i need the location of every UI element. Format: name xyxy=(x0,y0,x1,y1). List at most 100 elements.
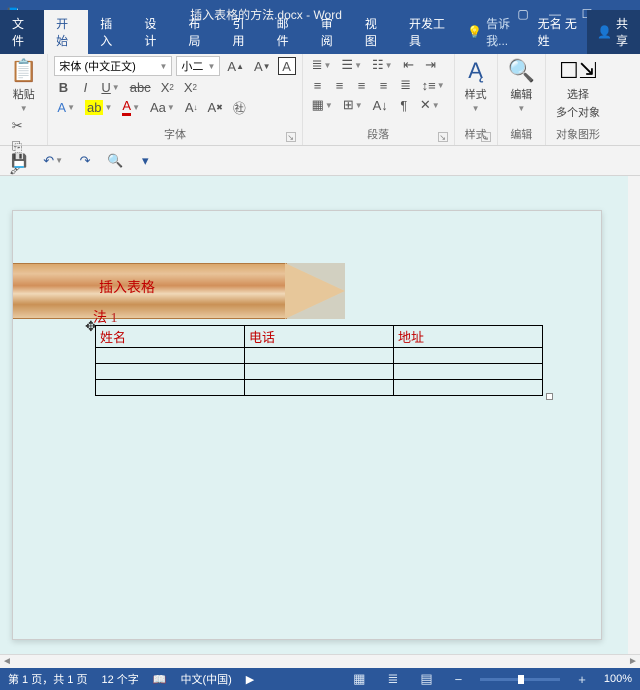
share-button[interactable]: 👤共享 xyxy=(587,10,640,54)
bullets-button[interactable]: ≣▼ xyxy=(309,56,335,74)
zoom-in-button[interactable]: + xyxy=(574,672,590,687)
tab-references[interactable]: 引用 xyxy=(221,10,265,54)
page-status[interactable]: 第 1 页，共 1 页 xyxy=(8,671,87,687)
document-table[interactable]: 姓名 电话 地址 xyxy=(95,325,543,396)
grow-font-button[interactable]: A▲ xyxy=(224,57,247,75)
scroll-track[interactable] xyxy=(28,656,612,668)
qat-more-button[interactable]: ▾ xyxy=(136,152,154,170)
undo-icon: ↶ xyxy=(43,153,54,169)
highlight-button[interactable]: ab▼ xyxy=(82,98,115,116)
styles-button[interactable]: Ą 样式 ▼ xyxy=(461,56,491,115)
show-marks-button[interactable]: ¶ xyxy=(395,96,413,114)
group-editing: 🔍 编辑 ▼ 编辑 xyxy=(498,54,546,145)
group-select-objects: ☐⇲ 选择 多个对象 对象图形 xyxy=(546,54,610,145)
tab-developer[interactable]: 开发工具 xyxy=(397,10,461,54)
tab-insert[interactable]: 插入 xyxy=(88,10,132,54)
borders-button[interactable]: ⊞▼ xyxy=(340,96,366,114)
scroll-left-arrow[interactable]: ◄ xyxy=(0,656,14,667)
shrink-font-button[interactable]: A▼ xyxy=(251,57,274,75)
sort-button[interactable]: A↓ xyxy=(370,96,391,114)
cut-button[interactable]: ✂ xyxy=(6,117,29,135)
macro-status-icon[interactable]: ▶ xyxy=(246,673,254,686)
italic-button[interactable]: I xyxy=(76,78,94,96)
scissors-icon: ✂ xyxy=(12,118,23,134)
table-header-cell[interactable]: 地址 xyxy=(394,326,543,348)
table-resize-handle[interactable] xyxy=(546,393,553,400)
word-count[interactable]: 12 个字 xyxy=(101,671,138,687)
clear-format-button[interactable]: A✖ xyxy=(204,98,225,116)
align-right-button[interactable]: ≡ xyxy=(353,76,371,94)
zoom-out-button[interactable]: − xyxy=(451,672,467,687)
save-button[interactable]: 💾 xyxy=(8,152,30,170)
preview-icon: 🔍 xyxy=(107,153,123,169)
font-launcher[interactable]: ↘ xyxy=(286,132,296,142)
group-paragraph: ≣▼ ☰▼ ☷▼ ⇤ ⇥ ≡ ≡ ≡ ≡ ≣ ↕≡▼ ▦▼ ⊞▼ A↓ ¶ ✕▼ xyxy=(303,54,455,145)
decrease-indent-button[interactable]: ⇤ xyxy=(400,56,418,74)
share-icon: 👤 xyxy=(597,25,612,39)
editing-button[interactable]: 🔍 编辑 ▼ xyxy=(504,56,539,115)
tab-home[interactable]: 开始 xyxy=(44,10,88,54)
zoom-level[interactable]: 100% xyxy=(604,673,632,685)
underline-button[interactable]: U▼ xyxy=(98,78,122,96)
zoom-slider[interactable] xyxy=(480,678,560,681)
enclosed-button[interactable]: ㊓ xyxy=(230,98,249,116)
numbering-button[interactable]: ☰▼ xyxy=(338,56,365,74)
justify-button[interactable]: ≡ xyxy=(375,76,393,94)
styles-icon: Ą xyxy=(468,58,483,84)
shading-button[interactable]: ▦▼ xyxy=(309,96,336,114)
chevron-down-icon: ▾ xyxy=(142,153,149,169)
language-status[interactable]: 中文(中国) xyxy=(180,671,231,687)
styles-launcher[interactable]: ↘ xyxy=(481,132,491,142)
doc-heading[interactable]: 插入表格 xyxy=(99,277,155,297)
select-objects-button[interactable]: ☐⇲ 选择 多个对象 xyxy=(552,56,604,122)
read-mode-button[interactable]: ▦ xyxy=(349,671,369,687)
status-bar: 第 1 页，共 1 页 12 个字 📖 中文(中国) ▶ ▦ ≣ ▤ − + 1… xyxy=(0,668,640,690)
paste-button[interactable]: 📋 粘贴 ▼ xyxy=(6,56,41,115)
font-name-combo[interactable]: 宋体 (中文正文)▼ xyxy=(54,56,172,76)
find-icon: 🔍 xyxy=(508,58,535,84)
distributed-button[interactable]: ≣ xyxy=(397,76,415,94)
align-center-button[interactable]: ≡ xyxy=(331,76,349,94)
increase-indent-button[interactable]: ⇥ xyxy=(422,56,440,74)
document-area[interactable]: 插入表格 法 1 ✥ 姓名 电话 地址 xyxy=(0,176,640,654)
char-border-button[interactable]: A xyxy=(278,57,296,75)
strikethrough-button[interactable]: abc xyxy=(127,78,154,96)
zoom-thumb[interactable] xyxy=(518,675,524,684)
superscript-button[interactable]: X2 xyxy=(181,78,200,96)
tab-design[interactable]: 设计 xyxy=(132,10,176,54)
print-preview-button[interactable]: 🔍 xyxy=(104,152,126,170)
account-name[interactable]: 无名 无姓 xyxy=(528,10,587,54)
font-color-button[interactable]: A▼ xyxy=(119,98,143,116)
tab-view[interactable]: 视图 xyxy=(353,10,397,54)
subscript-button[interactable]: X2 xyxy=(158,78,177,96)
table-header-cell[interactable]: 姓名 xyxy=(96,326,245,348)
tab-file[interactable]: 文件 xyxy=(0,10,44,54)
phonetic-button[interactable]: Aa▼ xyxy=(147,98,178,116)
undo-button[interactable]: ↶▼ xyxy=(40,152,66,170)
editing-label: 编辑 xyxy=(510,129,532,141)
multilevel-list-button[interactable]: ☷▼ xyxy=(369,56,396,74)
table-header-cell[interactable]: 电话 xyxy=(245,326,394,348)
tell-me[interactable]: 💡告诉我... xyxy=(461,10,527,54)
scroll-right-arrow[interactable]: ► xyxy=(626,656,640,667)
line-spacing-button[interactable]: ↕≡▼ xyxy=(419,76,448,94)
tab-mailings[interactable]: 邮件 xyxy=(265,10,309,54)
tab-layout[interactable]: 布局 xyxy=(176,10,220,54)
asian-layout-button[interactable]: ✕▼ xyxy=(417,96,443,114)
redo-icon: ↷ xyxy=(80,153,91,169)
redo-button[interactable]: ↷ xyxy=(76,152,94,170)
paragraph-label: 段落 xyxy=(367,129,389,141)
table-row: 姓名 电话 地址 xyxy=(96,326,543,348)
horizontal-scrollbar[interactable]: ◄ ► xyxy=(0,654,640,668)
tab-review[interactable]: 审阅 xyxy=(309,10,353,54)
font-size-combo[interactable]: 小二▼ xyxy=(176,56,220,76)
page[interactable]: 插入表格 法 1 ✥ 姓名 电话 地址 xyxy=(12,210,602,640)
paragraph-launcher[interactable]: ↘ xyxy=(438,132,448,142)
bold-button[interactable]: B xyxy=(54,78,72,96)
enclose-char-button[interactable]: A↓ xyxy=(182,98,201,116)
align-left-button[interactable]: ≡ xyxy=(309,76,327,94)
text-effects-button[interactable]: A▼ xyxy=(54,98,78,116)
web-layout-button[interactable]: ▤ xyxy=(416,671,436,687)
spell-check-icon[interactable]: 📖 xyxy=(153,673,167,686)
print-layout-button[interactable]: ≣ xyxy=(383,671,402,687)
